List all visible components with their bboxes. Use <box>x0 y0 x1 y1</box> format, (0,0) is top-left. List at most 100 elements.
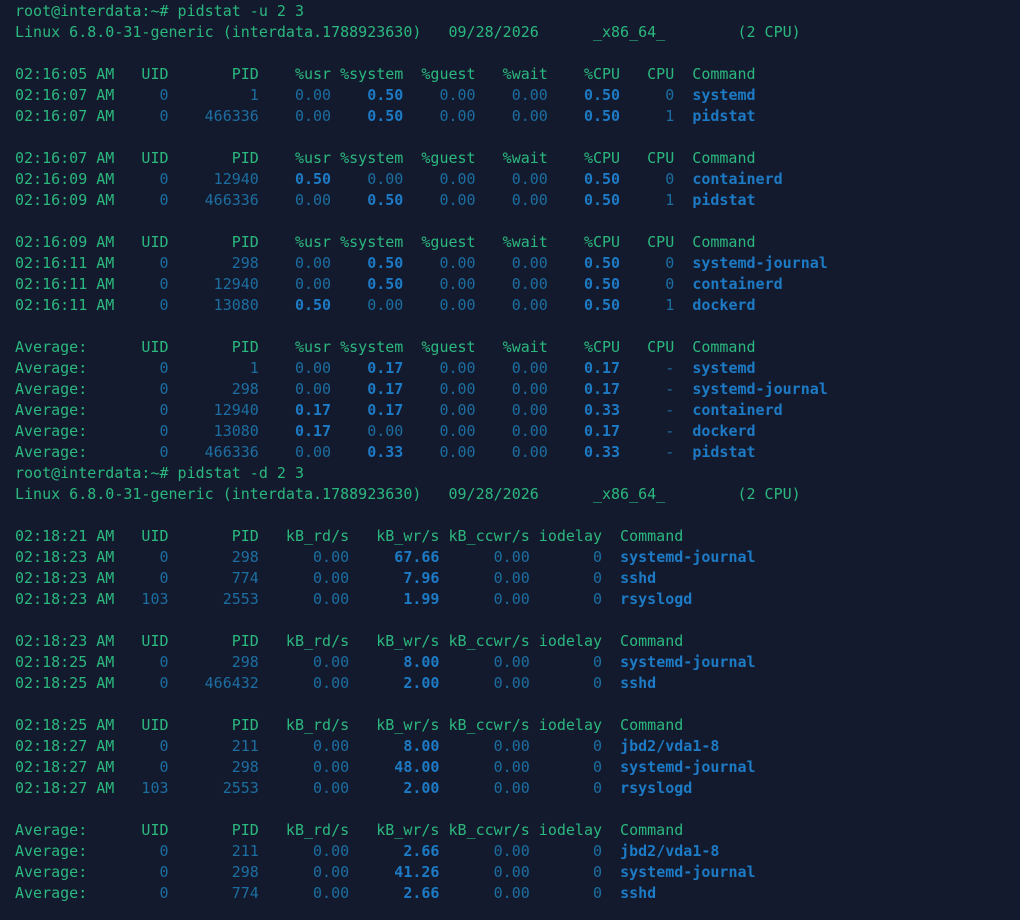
terminal-text: 0.17 0.17 <box>258 401 404 419</box>
terminal-text: Average: <box>15 422 115 440</box>
terminal-text: 0 774 0.00 <box>114 884 350 902</box>
terminal-text: systemd-journal <box>674 254 828 272</box>
terminal-text: 0.33 <box>547 443 621 461</box>
terminal-text: 02:18:25 AM <box>15 653 115 671</box>
terminal-text: 0 466336 0.00 <box>114 107 332 125</box>
terminal-text: 0 298 0.00 <box>114 653 350 671</box>
terminal-text: 0.50 <box>331 86 404 104</box>
terminal-text: 2.66 <box>349 842 440 860</box>
terminal-text: 0.50 <box>547 191 621 209</box>
terminal-text: 02:16:09 AM <box>15 191 115 209</box>
terminal-line: 02:16:07 AM 0 1 0.00 0.50 0.00 0.00 0.50… <box>15 85 1020 106</box>
terminal-text: 0.00 0.00 <box>403 443 548 461</box>
terminal-text: 02:18:23 AM <box>15 548 115 566</box>
terminal-text: 0 <box>620 254 675 272</box>
terminal-text: 0.00 0 <box>439 674 603 692</box>
terminal-text: 0.00 0.00 <box>403 401 548 419</box>
terminal-text: 0.50 <box>331 275 404 293</box>
terminal-text: 0 298 0.00 <box>114 548 350 566</box>
terminal-text: 8.00 <box>349 737 440 755</box>
terminal-text: Linux 6.8.0-31-generic (interdata.178892… <box>15 485 801 503</box>
terminal-text: Linux 6.8.0-31-generic (interdata.178892… <box>15 23 801 41</box>
terminal-text: 103 2553 0.00 <box>114 590 350 608</box>
terminal-text: 0 1 0.00 <box>114 359 332 377</box>
terminal-text: sshd <box>602 569 657 587</box>
terminal-text: 2.00 <box>349 779 440 797</box>
terminal-text: Average: <box>15 443 115 461</box>
terminal-text: 02:18:23 AM UID PID kB_rd/s kB_wr/s kB_c… <box>15 632 684 650</box>
terminal-text: 0.50 <box>547 170 621 188</box>
terminal-text: systemd-journal <box>602 863 756 881</box>
terminal-line: 02:16:11 AM 0 12940 0.00 0.50 0.00 0.00 … <box>15 274 1020 295</box>
terminal-line: 02:18:27 AM 0 211 0.00 8.00 0.00 0 jbd2/… <box>15 736 1020 757</box>
terminal-text: 0.00 0 <box>439 842 603 860</box>
terminal-text: 0 12940 <box>114 170 259 188</box>
terminal-text: root@interdata:~# pidstat -d 2 3 <box>15 464 304 482</box>
terminal-line: 02:18:23 AM 103 2553 0.00 1.99 0.00 0 rs… <box>15 589 1020 610</box>
terminal-text: 0 211 0.00 <box>114 737 350 755</box>
terminal-text: Average: <box>15 884 115 902</box>
terminal-text: 02:18:27 AM <box>15 779 115 797</box>
terminal-text: 0 <box>620 275 675 293</box>
terminal-text: 0.00 0.00 <box>403 191 548 209</box>
terminal-text: 0.00 0.00 0.00 <box>331 170 548 188</box>
terminal-text: - <box>620 422 675 440</box>
terminal-line: Average: 0 774 0.00 2.66 0.00 0 sshd <box>15 883 1020 904</box>
terminal-text: 8.00 <box>349 653 440 671</box>
terminal-text: rsyslogd <box>602 590 693 608</box>
terminal-line: Average: 0 1 0.00 0.17 0.00 0.00 0.17 - … <box>15 358 1020 379</box>
terminal-text: 0 466336 0.00 <box>114 443 332 461</box>
terminal-text: 02:18:27 AM <box>15 737 115 755</box>
terminal-text: 0 211 0.00 <box>114 842 350 860</box>
terminal-text: 1 <box>620 296 675 314</box>
terminal-text: 0.00 0.00 <box>403 380 548 398</box>
terminal-text: sshd <box>602 884 657 902</box>
terminal-text: 1 <box>620 191 675 209</box>
terminal-text: 0.00 0.00 0.00 <box>331 422 548 440</box>
terminal-text: 0.00 0 <box>439 737 603 755</box>
terminal-text: systemd-journal <box>674 380 828 398</box>
terminal-text: systemd-journal <box>602 758 756 776</box>
terminal-text: 02:18:23 AM <box>15 569 115 587</box>
terminal-text: 2.00 <box>349 674 440 692</box>
terminal-text: 02:16:07 AM <box>15 107 115 125</box>
terminal-text: 02:16:09 AM <box>15 170 115 188</box>
terminal-line: 02:16:07 AM UID PID %usr %system %guest … <box>15 148 1020 169</box>
terminal-text: 0.50 <box>331 107 404 125</box>
terminal-text: 0.50 <box>258 170 332 188</box>
terminal-line: Average: 0 298 0.00 41.26 0.00 0 systemd… <box>15 862 1020 883</box>
terminal-line: 02:18:23 AM 0 774 0.00 7.96 0.00 0 sshd <box>15 568 1020 589</box>
terminal-line: Linux 6.8.0-31-generic (interdata.178892… <box>15 22 1020 43</box>
terminal-text: - <box>620 443 675 461</box>
terminal-text: - <box>620 359 675 377</box>
terminal-text: 02:18:25 AM <box>15 674 115 692</box>
terminal-text: Average: <box>15 359 115 377</box>
terminal-text: 0 1 0.00 <box>114 86 332 104</box>
terminal-text: 0.50 <box>547 107 621 125</box>
terminal-text: 1 <box>620 107 675 125</box>
terminal-text: 0.00 0 <box>439 569 603 587</box>
terminal-text: 02:18:21 AM UID PID kB_rd/s kB_wr/s kB_c… <box>15 527 684 545</box>
terminal-line: root@interdata:~# pidstat -d 2 3 <box>15 463 1020 484</box>
terminal-text: - <box>620 380 675 398</box>
terminal-text: 0.50 <box>547 275 621 293</box>
terminal-text: 02:16:11 AM <box>15 254 115 272</box>
terminal-text: 103 2553 0.00 <box>114 779 350 797</box>
terminal-line: Average: UID PID kB_rd/s kB_wr/s kB_ccwr… <box>15 820 1020 841</box>
terminal-line: Average: 0 211 0.00 2.66 0.00 0 jbd2/vda… <box>15 841 1020 862</box>
terminal-line: Average: 0 12940 0.17 0.17 0.00 0.00 0.3… <box>15 400 1020 421</box>
terminal-line: 02:16:07 AM 0 466336 0.00 0.50 0.00 0.00… <box>15 106 1020 127</box>
terminal-output[interactable]: root@interdata:~# pidstat -u 2 3 Linux 6.… <box>0 0 1020 920</box>
terminal-text: 02:16:11 AM <box>15 296 115 314</box>
terminal-text: 0.17 <box>258 422 332 440</box>
terminal-text: 02:16:07 AM UID PID %usr %system %guest … <box>15 149 756 167</box>
terminal-text: Average: <box>15 380 115 398</box>
terminal-text: 0 <box>620 86 675 104</box>
terminal-text: 0.00 0 <box>439 590 603 608</box>
terminal-text: 0.00 0 <box>439 758 603 776</box>
terminal-text: 0.00 0.00 <box>403 107 548 125</box>
